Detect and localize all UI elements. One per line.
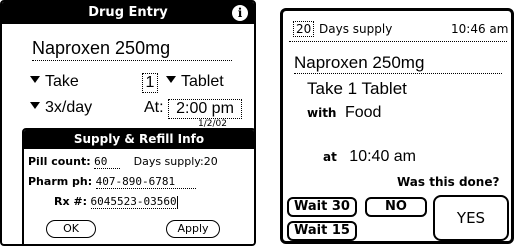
- drug-entry-screen: Drug Entry i Naproxen 250mg Take 1 Table…: [0, 0, 256, 246]
- unit-label: Tablet: [181, 73, 224, 90]
- supply-refill-dialog: Supply & Refill Info Pill count: 60 Days…: [22, 128, 254, 244]
- yes-button[interactable]: YES: [433, 195, 509, 241]
- wait-30-button[interactable]: Wait 30: [287, 197, 357, 217]
- frequency-label: 3x/day: [45, 99, 93, 116]
- ok-button[interactable]: OK: [46, 220, 96, 238]
- clock: 10:46 am: [451, 22, 509, 36]
- take-quantity-field[interactable]: 1: [142, 73, 158, 93]
- at-time-row: at 10:40 am: [323, 148, 416, 166]
- days-supply-count: 20: [293, 21, 315, 37]
- was-this-done-question: Was this done?: [397, 175, 500, 189]
- info-icon[interactable]: i: [232, 5, 248, 21]
- dialog-title: Supply & Refill Info: [24, 130, 254, 149]
- days-supply-label: Days supply:: [133, 155, 204, 168]
- days-supply-value: 20: [203, 155, 218, 168]
- pill-count-field[interactable]: 60: [94, 155, 121, 169]
- frequency-dropdown[interactable]: 3x/day: [30, 98, 92, 118]
- reminder-instruction: Take 1 Tablet: [307, 79, 407, 98]
- dropdown-arrow-icon: [166, 76, 176, 84]
- at-time: 10:40 am: [349, 148, 417, 165]
- with-value: Food: [344, 104, 382, 121]
- rx-number-value: 6045523-03560: [90, 195, 177, 208]
- reminder-drug-name: Naproxen 250mg: [294, 53, 502, 74]
- dropdown-arrow-icon: [30, 102, 40, 110]
- drug-entry-title: Drug Entry: [88, 5, 168, 20]
- apply-button[interactable]: Apply: [166, 220, 220, 238]
- no-button[interactable]: NO: [365, 197, 427, 217]
- at-label: At:: [144, 99, 164, 116]
- drug-name-field[interactable]: Naproxen 250mg: [32, 38, 232, 61]
- reminder-screen: 20 Days supply 10:46 am Naproxen 250mg T…: [280, 8, 514, 244]
- take-dropdown[interactable]: Take: [30, 72, 79, 92]
- pharm-phone-row: Pharm ph: 407-890-6781: [28, 175, 196, 189]
- with-label: with: [307, 106, 337, 120]
- rx-number-label: Rx #:: [54, 195, 88, 208]
- text-cursor: [176, 196, 178, 208]
- time-field[interactable]: 2:00 pm: [168, 99, 242, 119]
- take-label: Take: [45, 73, 79, 90]
- days-supply-label: Days supply: [319, 22, 393, 36]
- pharm-phone-label: Pharm ph:: [28, 175, 93, 188]
- header-divider: [289, 41, 507, 42]
- with-food-row: with Food: [307, 104, 381, 122]
- unit-dropdown[interactable]: Tablet: [166, 72, 224, 92]
- wait-15-button[interactable]: Wait 15: [287, 221, 357, 241]
- rx-number-field[interactable]: 6045523-03560: [90, 195, 178, 209]
- pharm-phone-field[interactable]: 407-890-6781: [95, 175, 196, 189]
- drug-entry-titlebar: Drug Entry i: [2, 2, 254, 24]
- pill-count-label: Pill count:: [28, 155, 91, 168]
- pill-count-row: Pill count: 60 Days supply:20: [28, 155, 218, 169]
- rx-number-row: Rx #: 6045523-03560: [54, 195, 178, 209]
- at-label: at: [323, 150, 337, 164]
- dropdown-arrow-icon: [30, 76, 40, 84]
